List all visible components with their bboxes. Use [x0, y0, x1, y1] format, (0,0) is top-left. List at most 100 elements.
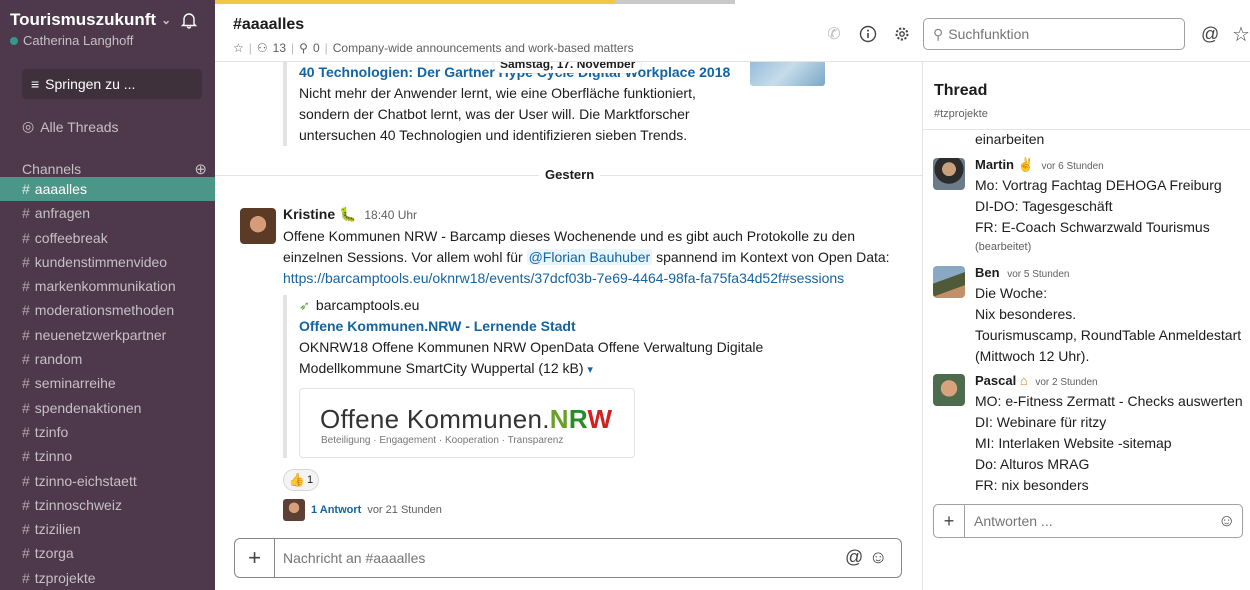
attachment-text-line: sondern der Chatbot lernt, was der User …	[299, 106, 690, 122]
timestamp[interactable]: vor 2 Stunden	[1035, 377, 1097, 388]
author-name[interactable]: Ben	[975, 265, 1000, 280]
channel-label: anfragen	[34, 205, 91, 222]
mentions-icon[interactable]: @	[1201, 24, 1219, 45]
sidebar-item-channel[interactable]: # tzinno	[0, 444, 215, 468]
info-icon[interactable]	[859, 25, 877, 43]
sidebar-item-channel[interactable]: # anfragen	[0, 201, 215, 225]
message-link[interactable]: https://barcamptools.eu/oknrw18/events/3…	[283, 268, 903, 289]
thread-message-body: Martin ✌ vor 6 Stunden Mo: Vortrag Facht…	[975, 156, 1250, 256]
message-input[interactable]	[283, 539, 803, 577]
attachment-text-line: Nicht mehr der Anwender lernt, wie eine …	[299, 85, 696, 101]
avatar[interactable]	[933, 158, 965, 190]
thread-replies[interactable]: 1 Antwort vor 21 Stunden	[283, 499, 903, 521]
logo-letter: N	[549, 404, 569, 434]
sidebar-item-channel[interactable]: # random	[0, 347, 215, 371]
members-count[interactable]: 13	[273, 41, 286, 55]
sidebar-item-channel[interactable]: # tzinfo	[0, 420, 215, 444]
add-attachment-button[interactable]: +	[235, 539, 275, 577]
hash-icon: #	[22, 326, 30, 343]
emoji-icon[interactable]: ☺	[869, 547, 887, 568]
user-mention[interactable]: @Florian Bauhuber	[526, 249, 653, 265]
message-line: FR: E-Coach Schwarzwald Tourismus	[975, 219, 1210, 235]
add-attachment-button[interactable]: +	[934, 505, 965, 537]
status-emoji-icon: ✌	[1017, 157, 1034, 172]
sidebar-item-channel[interactable]: # coffeebreak	[0, 226, 215, 250]
caret-down-icon[interactable]: ▾	[587, 364, 593, 376]
avatar[interactable]	[933, 374, 965, 406]
bell-icon[interactable]	[180, 11, 198, 29]
reply-count[interactable]: 1 Antwort	[311, 504, 361, 516]
sidebar-item-channel[interactable]: # tzprojekte	[0, 566, 215, 590]
hash-icon: #	[22, 181, 30, 197]
jump-icon: ≡	[31, 76, 40, 92]
channel-label: tzinfo	[34, 423, 69, 440]
mention-icon[interactable]: @	[845, 547, 863, 568]
workspace-switcher[interactable]: Tourismuszukunft ⌄	[10, 10, 171, 30]
channel-header: #aaaalles ☆ | ⚇ 13 | ⚲ 0 | Company-wide …	[215, 0, 1250, 62]
header-actions: ✆	[825, 25, 911, 43]
message-text: Offene Kommunen NRW - Barcamp dieses Woc…	[283, 226, 903, 289]
avatar[interactable]	[240, 208, 276, 244]
all-threads-link[interactable]: ◎ Alle Threads	[22, 118, 119, 135]
message-pane: 40 Technologien: Der Gartner Hype Cycle …	[215, 62, 922, 530]
sidebar-item-channel[interactable]: # tzinnoschweiz	[0, 493, 215, 517]
sidebar-item-channel[interactable]: # aaaalles	[0, 177, 215, 202]
author-name[interactable]: Kristine	[283, 206, 335, 222]
divider: |	[324, 41, 328, 55]
members-icon[interactable]: ⚇	[257, 41, 268, 55]
author-name[interactable]: Martin	[975, 157, 1014, 172]
channel-label: aaaalles	[34, 181, 87, 197]
sidebar-item-channel[interactable]: # neuenetzwerkpartner	[0, 323, 215, 347]
channels-label[interactable]: Channels	[22, 161, 81, 177]
phone-icon[interactable]: ✆	[825, 25, 843, 43]
attachment-thumbnail[interactable]	[750, 62, 825, 86]
link-preview: ➶ barcamptools.eu Offene Kommunen.NRW - …	[283, 295, 803, 458]
sidebar-item-channel[interactable]: # kundenstimmenvideo	[0, 250, 215, 274]
message-line: DI: Webinare für ritzy	[975, 414, 1107, 430]
search-input[interactable]	[948, 26, 1169, 42]
search-icon: ⚲	[933, 25, 944, 42]
message-line: (Mittwoch 12 Uhr).	[975, 348, 1090, 364]
sidebar-item-channel[interactable]: # markenkommunikation	[0, 274, 215, 298]
reply-input[interactable]	[974, 505, 1194, 537]
channel-description: Company-wide announcements and work-base…	[332, 41, 634, 55]
reaction-count: 1	[307, 474, 314, 486]
channel-label: seminarreihe	[34, 375, 116, 392]
timestamp[interactable]: vor 5 Stunden	[1007, 269, 1069, 280]
message-line: Mo: Vortrag Fachtag DEHOGA Freiburg	[975, 177, 1222, 193]
reaction-pill[interactable]: 👍 1	[283, 469, 319, 491]
sidebar-item-channel[interactable]: # tzinno-eichstaett	[0, 469, 215, 493]
channel-title[interactable]: #aaaalles	[233, 16, 304, 34]
gear-icon[interactable]	[893, 25, 911, 43]
sidebar-item-channel[interactable]: # moderationsmethoden	[0, 298, 215, 322]
preview-image[interactable]: Offene Kommunen.NRW Beteiligung · Engage…	[299, 388, 635, 458]
status-emoji-icon: ⌂	[1019, 373, 1028, 388]
day-divider-label[interactable]: Gestern	[539, 167, 601, 182]
thread-channel[interactable]: #tzprojekte	[934, 108, 988, 120]
sidebar-item-channel[interactable]: # tzizilien	[0, 517, 215, 541]
current-user[interactable]: Catherina Langhoff	[10, 33, 133, 48]
emoji-icon[interactable]: ☺	[1218, 511, 1235, 531]
avatar[interactable]	[933, 266, 965, 298]
author-name[interactable]: Pascal	[975, 373, 1016, 388]
timestamp[interactable]: vor 6 Stunden	[1041, 161, 1103, 172]
sidebar-item-channel[interactable]: # tzorga	[0, 541, 215, 565]
chevron-down-icon: ⌄	[161, 13, 172, 27]
pins-count[interactable]: 0	[313, 41, 320, 55]
star-icon[interactable]: ☆	[233, 41, 244, 55]
hash-icon: #	[22, 229, 30, 246]
jump-to-button[interactable]: ≡ Springen zu ...	[22, 69, 202, 99]
channel-label: tzinnoschweiz	[34, 496, 122, 513]
hash-icon: #	[22, 278, 30, 295]
starred-items-icon[interactable]: ☆	[1232, 22, 1250, 47]
add-channel-icon[interactable]: ⊕	[194, 160, 207, 178]
channel-list: # aaaalles # anfragen # coffeebreak # kunden…	[0, 177, 215, 590]
timestamp[interactable]: 18:40 Uhr	[364, 208, 417, 222]
pin-icon[interactable]: ⚲	[299, 41, 308, 55]
search-box[interactable]: ⚲	[923, 18, 1185, 50]
message-header: Ben vor 5 Stunden	[975, 264, 1250, 283]
sidebar-item-channel[interactable]: # spendenaktionen	[0, 396, 215, 420]
user-name: Catherina Langhoff	[23, 33, 134, 48]
attachment-title-link[interactable]: Offene Kommunen.NRW - Lernende Stadt	[299, 316, 803, 337]
sidebar-item-channel[interactable]: # seminarreihe	[0, 371, 215, 395]
